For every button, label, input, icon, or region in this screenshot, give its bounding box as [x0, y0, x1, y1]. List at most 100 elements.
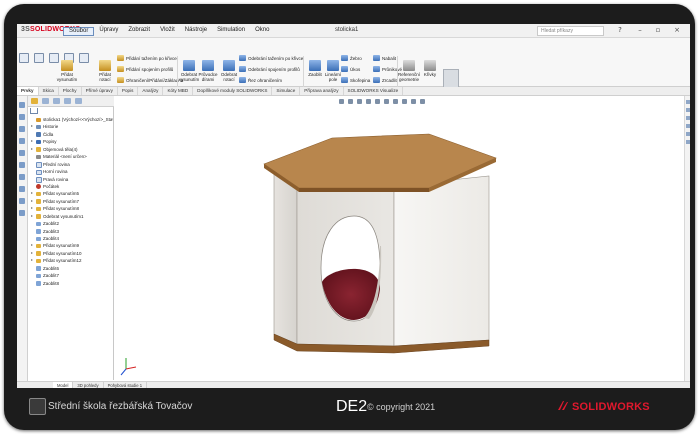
tree-item[interactable]: ▸ Přidat vysunutím10: [28, 250, 113, 257]
tree-expand-icon[interactable]: ▸: [31, 250, 33, 255]
display-manager-tab-icon[interactable]: [75, 98, 82, 104]
ribbon-button-lofted-boss[interactable]: Přidání spojením profilů: [117, 66, 173, 72]
ribbon-button-lofted-cut[interactable]: Odebrání spojením profilů: [239, 66, 300, 72]
ribbon-button-rib[interactable]: Žebro: [341, 55, 362, 61]
tab-1[interactable]: Skica: [39, 87, 59, 95]
tree-item[interactable]: ▸ Popisy: [28, 138, 113, 145]
display-style-icon[interactable]: [384, 99, 389, 104]
tree-item[interactable]: Zaoblit7: [28, 272, 113, 279]
ribbon-button-hole-wizard[interactable]: Průvodce dírami: [198, 60, 218, 82]
ribbon-button-mirror[interactable]: Zrcadlit: [373, 77, 397, 83]
tree-item[interactable]: Materiál <není určen>: [28, 153, 113, 160]
tree-expand-icon[interactable]: ▸: [31, 242, 33, 247]
design-library-icon[interactable]: [686, 108, 690, 112]
sketch-icon[interactable]: [19, 102, 25, 108]
filter-icon[interactable]: [30, 108, 38, 114]
view-icon[interactable]: [19, 138, 25, 144]
configuration-manager-tab-icon[interactable]: [53, 98, 60, 104]
ribbon-button-extrude-boss[interactable]: Přidat vysunutím: [57, 60, 77, 82]
restore-icon[interactable]: ▫: [653, 26, 663, 35]
zoom-to-fit-icon[interactable]: [339, 99, 344, 104]
ribbon-button-swept-boss[interactable]: Přidání tažením po křivce: [117, 55, 177, 61]
tree-expand-icon[interactable]: ▸: [31, 123, 33, 128]
view-settings-icon[interactable]: [420, 99, 425, 104]
display-icon[interactable]: [19, 126, 25, 132]
undo-icon[interactable]: [79, 53, 89, 63]
tree-item[interactable]: Zaoblit2: [28, 220, 113, 227]
tree-item[interactable]: ▸ Objemová těla(4): [28, 146, 113, 153]
tree-expand-icon[interactable]: ▸: [31, 257, 33, 262]
custom-properties-icon[interactable]: [686, 140, 690, 144]
graphics-area[interactable]: [114, 96, 690, 381]
tab-3[interactable]: Přímé úpravy: [82, 87, 118, 95]
tab-7[interactable]: Doplňkové moduly SOLIDWORKS: [193, 87, 273, 95]
feature-manager-tab-icon[interactable]: [31, 98, 38, 104]
tree-expand-icon[interactable]: ▸: [31, 190, 33, 195]
tree-item[interactable]: ▸ Historie: [28, 123, 113, 130]
tree-item[interactable]: Pravá rovina: [28, 176, 113, 183]
view-palette-icon[interactable]: [686, 124, 690, 128]
section-icon[interactable]: [19, 150, 25, 156]
ribbon-button-boundary-boss[interactable]: Ohraničení/Přidání/Základna: [117, 77, 183, 83]
tab-8[interactable]: Simulace: [272, 87, 301, 95]
tree-item[interactable]: ▸ Přidat vysunutím9: [28, 242, 113, 249]
edit-appearance-icon[interactable]: [402, 99, 407, 104]
ribbon-button-revolve-cut[interactable]: Odebrat rotací: [219, 60, 239, 82]
new-icon[interactable]: [19, 53, 29, 63]
menu-item[interactable]: Okno: [250, 27, 274, 36]
resources-icon[interactable]: [686, 100, 690, 104]
ribbon-button-wrap[interactable]: Nabalit: [373, 55, 396, 61]
dimxpert-tab-icon[interactable]: [64, 98, 71, 104]
help-icon[interactable]: ?: [615, 26, 625, 35]
tree-expand-icon[interactable]: ▸: [31, 205, 33, 210]
menu-item[interactable]: Vložit: [155, 27, 180, 36]
tree-expand-icon[interactable]: ▸: [31, 146, 33, 151]
menu-item[interactable]: Zobrazit: [123, 27, 155, 36]
tree-item[interactable]: Přední rovina: [28, 161, 113, 168]
tree-expand-icon[interactable]: ▸: [31, 138, 33, 143]
tab-4[interactable]: Popis: [118, 87, 139, 95]
appearance-icon[interactable]: [19, 162, 25, 168]
ribbon-button-draft[interactable]: Úkos: [341, 66, 360, 72]
menu-item[interactable]: Simulation: [212, 27, 250, 36]
ribbon-button-fillet[interactable]: Zaoblit: [305, 60, 325, 77]
tree-item[interactable]: ▸ Přidat vysunutím5: [28, 190, 113, 197]
file-explorer-icon[interactable]: [686, 116, 690, 120]
tree-item[interactable]: Zaoblit6: [28, 265, 113, 272]
tree-item[interactable]: ▸ Přidat vysunutím7: [28, 198, 113, 205]
tree-item[interactable]: Horní rovina: [28, 168, 113, 176]
zoom-icon[interactable]: [19, 186, 25, 192]
menu-item[interactable]: Úpravy: [94, 27, 123, 36]
close-icon[interactable]: ×: [672, 26, 682, 35]
tree-item[interactable]: stolicka1 (Výchozí<<Výchozí>_Stav: [28, 116, 113, 123]
pan-icon[interactable]: [19, 210, 25, 216]
zoom-area-icon[interactable]: [348, 99, 353, 104]
tab-0[interactable]: Prvky: [17, 87, 39, 95]
tree-item[interactable]: Zaoblit3: [28, 228, 113, 235]
feature-icon[interactable]: [19, 114, 25, 120]
search-input[interactable]: Hledat příkazy: [537, 26, 604, 36]
tab-2[interactable]: Plochy: [59, 87, 82, 95]
ribbon-button-shell[interactable]: Skořepina: [341, 77, 370, 83]
tree-item[interactable]: ▸ Přidat vysunutím8: [28, 205, 113, 212]
tree-item[interactable]: ▸ Přidat vysunutím12: [28, 257, 113, 264]
tree-expand-icon[interactable]: ▸: [31, 198, 33, 203]
menu-item[interactable]: Nástroje: [180, 27, 212, 36]
tab-5[interactable]: Analýzy: [138, 87, 164, 95]
ribbon-button-swept-cut[interactable]: Odebrání tažením po křivce: [239, 55, 303, 61]
tree-item[interactable]: ▸ Odebrat vysunutím1: [28, 213, 113, 220]
tree-expand-icon[interactable]: ▸: [31, 213, 33, 218]
tab-9[interactable]: Příprava analýzy: [300, 87, 344, 95]
rotate-icon[interactable]: [19, 198, 25, 204]
scene-icon[interactable]: [19, 174, 25, 180]
tab-10[interactable]: SOLIDWORKS Visualize: [344, 87, 404, 95]
tree-item[interactable]: Zaoblit8: [28, 280, 113, 287]
hide-show-icon[interactable]: [393, 99, 398, 104]
model-view[interactable]: [114, 96, 690, 381]
ribbon-button-curves[interactable]: Křivky: [420, 60, 440, 77]
ribbon-button-linear-pattern[interactable]: Lineární pole: [323, 60, 343, 82]
open-icon[interactable]: [34, 53, 44, 63]
tree-item[interactable]: Čidla: [28, 131, 113, 138]
previous-view-icon[interactable]: [357, 99, 362, 104]
ribbon-button-revolve-boss[interactable]: Přidat rotací: [95, 60, 115, 82]
